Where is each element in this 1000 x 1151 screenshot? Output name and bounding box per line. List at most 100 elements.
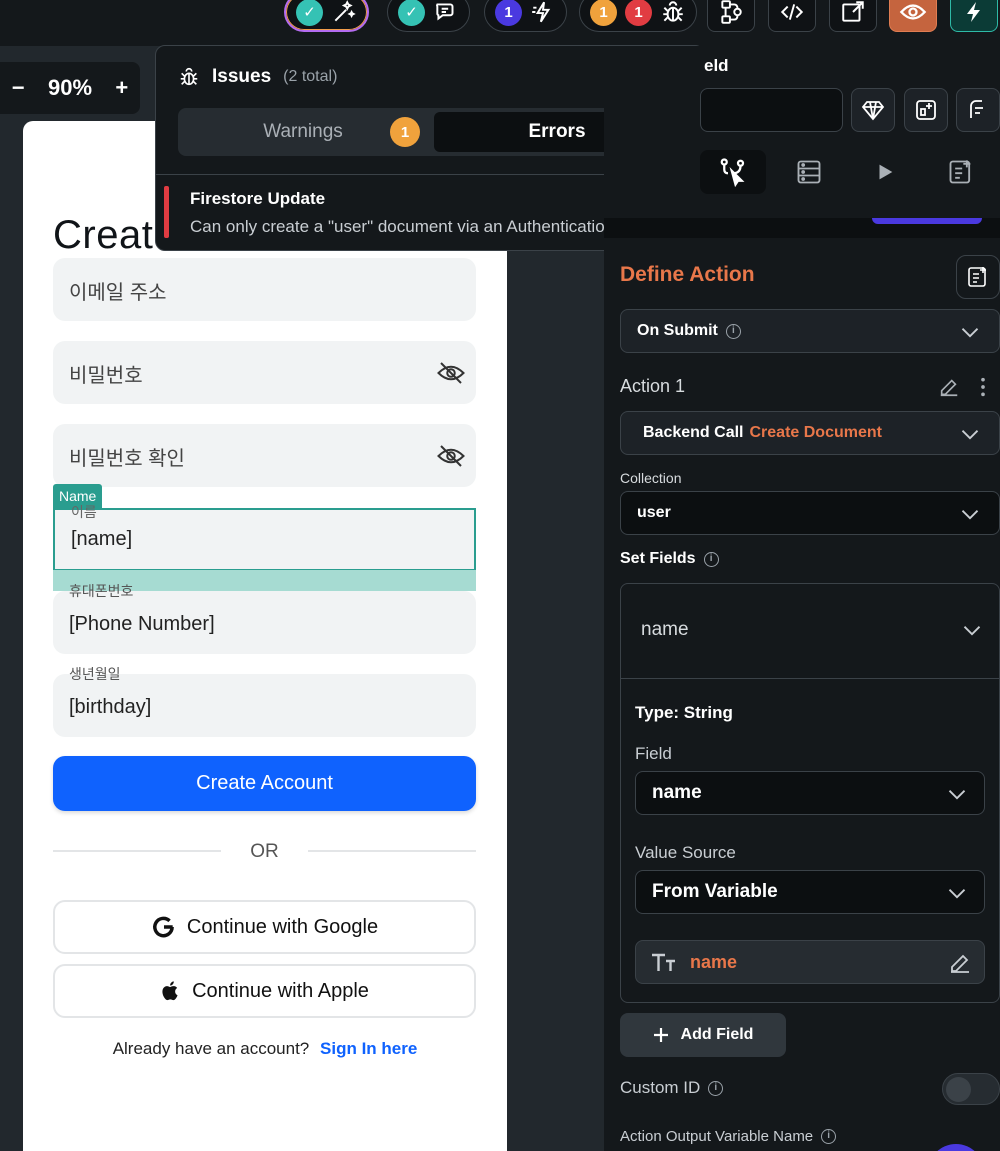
diamond-icon (861, 101, 885, 121)
password-placeholder: 비밀번호 (69, 365, 143, 387)
chevron-down-icon (963, 626, 981, 636)
actions-pill[interactable]: 1 (484, 0, 567, 32)
field-label: Field (635, 744, 672, 763)
apple-signin-button[interactable]: Continue with Apple (53, 964, 476, 1018)
action-name: Create Document (749, 424, 882, 441)
action-type-dropdown[interactable]: Backend Call Create Document (620, 411, 1000, 455)
scrolled-button-edge (872, 218, 982, 224)
zoom-in-button[interactable]: + (115, 75, 128, 101)
field-dropdown-value: name (652, 782, 702, 803)
add-widget-button[interactable] (904, 88, 948, 132)
external-link-icon (842, 1, 864, 22)
birthday-value: [birthday] (69, 696, 152, 718)
password-field[interactable]: 비밀번호 (53, 341, 476, 404)
chevron-down-icon (961, 430, 979, 440)
collection-value: user (637, 504, 671, 521)
output-variable-label: Action Output Variable Name (620, 1128, 814, 1145)
widget-add-icon (916, 100, 936, 120)
add-field-label: Add Field (680, 1026, 754, 1043)
info-icon[interactable]: i (725, 323, 741, 339)
page-title: Creat (53, 213, 154, 257)
flutterflow-icon (970, 100, 983, 118)
name-label: 이름 (71, 504, 97, 520)
issues-total: (2 total) (283, 68, 338, 85)
field-dropdown[interactable]: name (635, 771, 985, 815)
value-source-label: Value Source (635, 843, 736, 862)
confirm-password-field[interactable]: 비밀번호 확인 (53, 424, 476, 487)
info-icon[interactable]: i (703, 551, 719, 567)
lightning-lines-icon (532, 1, 551, 23)
google-signin-button[interactable]: Continue with Google (53, 900, 476, 954)
open-external-button[interactable] (829, 0, 877, 32)
google-button-label: Continue with Google (186, 915, 379, 938)
action-notes-button[interactable] (956, 255, 1000, 299)
field-card-header[interactable]: name (621, 584, 999, 679)
note-add-icon (949, 160, 971, 184)
signin-prompt: Already have an account? (112, 1039, 310, 1058)
chevron-down-icon (961, 510, 979, 520)
error-indicator (164, 186, 169, 238)
info-icon[interactable]: i (821, 1129, 837, 1144)
email-field[interactable]: 이메일 주소 (53, 258, 476, 321)
signin-row: Already have an account? Sign In here (23, 1039, 507, 1059)
code-view-button[interactable] (768, 0, 816, 32)
info-icon[interactable]: i (708, 1080, 724, 1096)
custom-id-toggle[interactable] (942, 1073, 1000, 1105)
chevron-down-icon (948, 790, 966, 800)
floating-action-button[interactable] (928, 1144, 984, 1151)
lightning-icon (967, 2, 980, 22)
comments-pill[interactable]: ✓ (387, 0, 470, 32)
edit-pencil-icon[interactable] (938, 376, 960, 398)
phone-number-value: [Phone Number] (69, 613, 215, 635)
phone-preview: Creat 이메일 주소 비밀번호 비밀번호 확인 Name 이름 [name]… (23, 121, 507, 1151)
collection-dropdown[interactable]: user (620, 491, 1000, 535)
chat-bubbles-icon (436, 3, 454, 21)
output-variable-row: Action Output Variable Name i (620, 1128, 837, 1145)
google-icon (153, 916, 174, 938)
set-fields-label: Set Fields (620, 550, 696, 567)
run-button[interactable] (950, 0, 998, 32)
name-field[interactable]: 이름 [name] (53, 504, 476, 571)
tab-notes[interactable] (928, 150, 994, 194)
zoom-out-button[interactable]: − (12, 75, 25, 101)
tab-warnings-label: Warnings (263, 121, 343, 142)
eye-off-icon[interactable] (436, 441, 466, 471)
note-add-icon (968, 267, 986, 287)
birthday-field[interactable]: 생년월일 [birthday] (53, 666, 476, 737)
tab-animations[interactable] (852, 150, 918, 194)
or-divider: OR (53, 839, 476, 863)
issues-pill[interactable]: 1 1 (579, 0, 697, 32)
trigger-dropdown[interactable]: On Submit i (620, 309, 1000, 353)
check-icon: ✓ (398, 0, 425, 26)
tab-backend-query[interactable] (776, 150, 842, 194)
chevron-down-icon (948, 889, 966, 899)
value-source-dropdown[interactable]: From Variable (635, 870, 985, 914)
magic-wand-icon (334, 0, 356, 22)
variable-name: name (690, 951, 738, 972)
eye-off-icon[interactable] (436, 358, 466, 388)
variable-chip[interactable]: name (635, 940, 985, 984)
custom-id-row: Custom ID i (620, 1078, 724, 1098)
widget-tree-button[interactable] (707, 0, 755, 32)
tab-actions[interactable] (700, 150, 766, 194)
widget-name-input[interactable] (700, 88, 843, 132)
apple-icon (162, 981, 178, 1001)
value-source-value: From Variable (652, 881, 778, 902)
edit-pencil-icon[interactable] (948, 951, 972, 975)
tree-icon (721, 0, 742, 24)
preview-button[interactable] (889, 0, 937, 32)
chevron-down-icon (961, 328, 979, 338)
signin-link[interactable]: Sign In here (320, 1039, 417, 1058)
theme-button[interactable] (956, 88, 1000, 132)
phone-number-field[interactable]: 휴대폰번호 [Phone Number] (53, 583, 476, 654)
create-account-button[interactable]: Create Account (53, 756, 476, 811)
agent-status-pill[interactable]: ✓ (284, 0, 369, 32)
code-icon (780, 4, 804, 20)
toggle-knob (946, 1077, 971, 1102)
diamond-button[interactable] (851, 88, 895, 132)
bug-icon (180, 67, 198, 86)
set-fields-heading: Set Fields i (620, 550, 719, 568)
add-field-button[interactable]: Add Field (620, 1013, 786, 1057)
error-title: Firestore Update (190, 189, 326, 208)
more-vertical-icon[interactable] (976, 376, 990, 398)
